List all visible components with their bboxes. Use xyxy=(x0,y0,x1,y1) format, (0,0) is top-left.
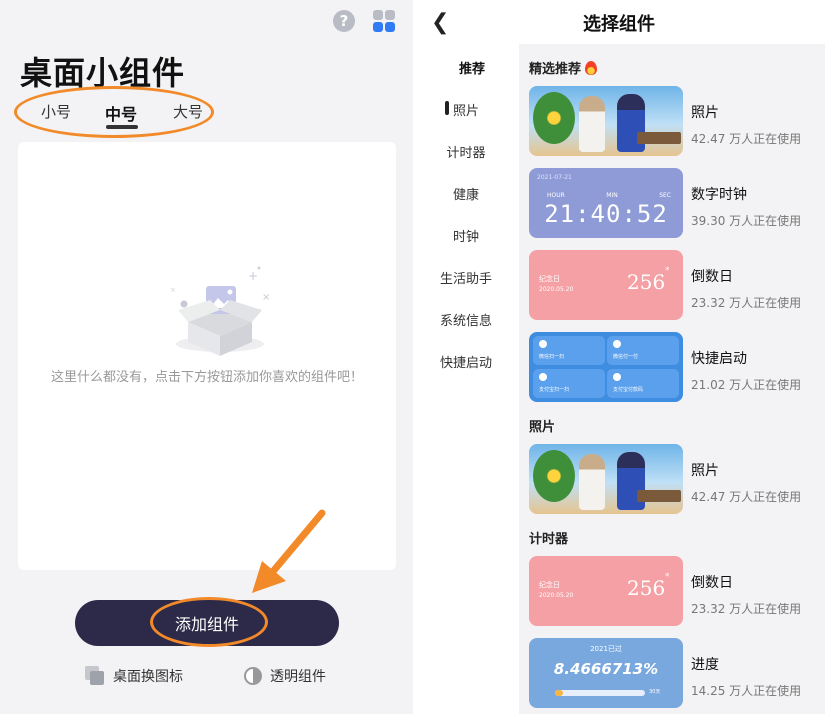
widget-list: 精选推荐 照片 42.47 万人正在使用 2021-07-21 HOUR MIN… xyxy=(519,44,825,714)
widget-item-progress[interactable]: 2021已过 8.4666713% 30天 进度 14.25 万人正在使用 xyxy=(529,638,819,708)
active-tab-indicator xyxy=(106,125,138,129)
countdown-label: 纪念日 xyxy=(539,275,560,283)
progress-widget-preview: 2021已过 8.4666713% 30天 xyxy=(529,638,683,708)
tab-large[interactable]: 大号 xyxy=(173,101,203,122)
quick-tile: 支付宝扫一扫 xyxy=(533,369,605,398)
fire-icon xyxy=(585,61,598,75)
section-title: 精选推荐 xyxy=(529,58,598,77)
clock-sec-label: SEC xyxy=(659,192,671,199)
progress-value: 8.4666713% xyxy=(553,660,659,678)
progress-remaining: 30天 xyxy=(649,689,661,695)
widget-name: 快捷启动 xyxy=(691,351,747,367)
widget-users: 23.32 万人正在使用 xyxy=(691,602,802,616)
category-menu: 推荐 照片 计时器 健康 时钟 生活助手 系统信息 快捷启动 xyxy=(413,44,519,714)
widget-users: 42.47 万人正在使用 xyxy=(691,132,802,146)
widget-name: 进度 xyxy=(691,657,719,673)
choose-widget-panel: ❮ 选择组件 推荐 照片 计时器 健康 时钟 生活助手 系统信息 快捷启动 精选… xyxy=(413,0,825,714)
widget-item-digital-clock[interactable]: 2021-07-21 HOUR MIN SEC 21:40:52 数字时钟 39… xyxy=(529,168,819,238)
svg-text:×: × xyxy=(262,292,270,303)
progress-header: 2021已过 xyxy=(590,645,622,653)
quick-tile: 微信扫一扫 xyxy=(533,336,605,365)
top-toolbar: ? xyxy=(333,10,395,32)
clock-hour-label: HOUR xyxy=(547,192,565,199)
widget-users: 42.47 万人正在使用 xyxy=(691,490,802,504)
menu-item-life-helper[interactable]: 生活助手 xyxy=(413,268,519,287)
menu-item-health[interactable]: 健康 xyxy=(413,184,519,203)
widget-item-photo[interactable]: 照片 42.47 万人正在使用 xyxy=(529,86,819,156)
section-title: 计时器 xyxy=(529,532,569,547)
countdown-days: 256 xyxy=(627,270,666,294)
countdown-widget-preview: 纪念日 2020.05.20 256 * xyxy=(529,250,683,320)
widget-name: 倒数日 xyxy=(691,269,733,285)
widget-users: 23.32 万人正在使用 xyxy=(691,296,802,310)
svg-text:×: × xyxy=(170,286,176,294)
quick-tile: 微信付一付 xyxy=(607,336,679,365)
progress-fill xyxy=(555,690,563,696)
svg-text:+: + xyxy=(248,269,258,283)
screen: ? 桌面小组件 小号 中号 大号 + × × 这里什么都没有，点击下方按钮添加你… xyxy=(0,0,825,714)
menu-item-quick-launch[interactable]: 快捷启动 xyxy=(413,352,519,371)
help-icon[interactable]: ? xyxy=(333,10,355,32)
nav-bar: ❮ 选择组件 xyxy=(413,0,825,44)
add-button-highlight xyxy=(150,597,268,647)
countdown-label: 纪念日 xyxy=(539,581,560,589)
widget-home-panel: ? 桌面小组件 小号 中号 大号 + × × 这里什么都没有，点击下方按钮添加你… xyxy=(0,0,413,714)
countdown-widget-preview: 纪念日 2020.05.20 256 * xyxy=(529,556,683,626)
countdown-date: 2020.05.20 xyxy=(539,592,574,599)
widget-name: 数字时钟 xyxy=(691,187,747,203)
widget-item-countdown[interactable]: 纪念日 2020.05.20 256 * 倒数日 23.32 万人正在使用 xyxy=(529,250,819,320)
widget-item-countdown[interactable]: 纪念日 2020.05.20 256 * 倒数日 23.32 万人正在使用 xyxy=(529,556,819,626)
menu-item-photo[interactable]: 照片 xyxy=(413,100,519,119)
transparent-widget-label: 透明组件 xyxy=(270,669,326,685)
widget-name: 照片 xyxy=(691,463,719,479)
widget-name: 倒数日 xyxy=(691,575,733,591)
menu-item-recommend[interactable]: 推荐 xyxy=(419,58,525,77)
quick-launch-widget-preview: 微信扫一扫 微信付一付 支付宝扫一扫 支付宝付款码 xyxy=(529,332,683,402)
image-icon xyxy=(85,666,105,686)
nav-title: 选择组件 xyxy=(583,14,655,35)
photo-widget-preview xyxy=(529,86,683,156)
empty-state-text: 这里什么都没有，点击下方按钮添加你喜欢的组件吧！ xyxy=(50,370,363,385)
menu-item-clock[interactable]: 时钟 xyxy=(413,226,519,245)
empty-box-illustration: + × × xyxy=(170,266,270,356)
clock-date: 2021-07-21 xyxy=(537,174,572,181)
widget-name: 照片 xyxy=(691,105,719,121)
menu-item-timer[interactable]: 计时器 xyxy=(413,142,519,161)
size-tab-bar: 小号 中号 大号 xyxy=(14,86,214,138)
widget-users: 21.02 万人正在使用 xyxy=(691,378,802,392)
countdown-date: 2020.05.20 xyxy=(539,286,574,293)
menu-item-system-info[interactable]: 系统信息 xyxy=(413,310,519,329)
widget-users: 39.30 万人正在使用 xyxy=(691,214,802,228)
widget-grid-icon[interactable] xyxy=(373,10,395,32)
transparent-widget-link[interactable]: 透明组件 xyxy=(244,666,326,686)
arrow-pointer-icon xyxy=(252,509,326,593)
tab-small[interactable]: 小号 xyxy=(41,101,71,122)
widget-item-quick-launch[interactable]: 微信扫一扫 微信付一付 支付宝扫一扫 支付宝付款码 快捷启动 21.02 万人正… xyxy=(529,332,819,402)
change-icon-label: 桌面换图标 xyxy=(113,669,183,685)
widget-users: 14.25 万人正在使用 xyxy=(691,684,802,698)
progress-track xyxy=(555,690,645,696)
quick-tile: 支付宝付款码 xyxy=(607,369,679,398)
countdown-days: 256 xyxy=(627,576,666,600)
clock-time: 21:40:52 xyxy=(544,200,668,228)
photo-widget-preview xyxy=(529,444,683,514)
change-icon-link[interactable]: 桌面换图标 xyxy=(85,666,183,686)
clock-min-label: MIN xyxy=(606,192,618,199)
section-title: 照片 xyxy=(529,420,556,435)
transparency-icon xyxy=(244,667,262,685)
tab-medium[interactable]: 中号 xyxy=(105,101,137,125)
clock-widget-preview: 2021-07-21 HOUR MIN SEC 21:40:52 xyxy=(529,168,683,238)
widget-item-photo[interactable]: 照片 42.47 万人正在使用 xyxy=(529,444,819,514)
